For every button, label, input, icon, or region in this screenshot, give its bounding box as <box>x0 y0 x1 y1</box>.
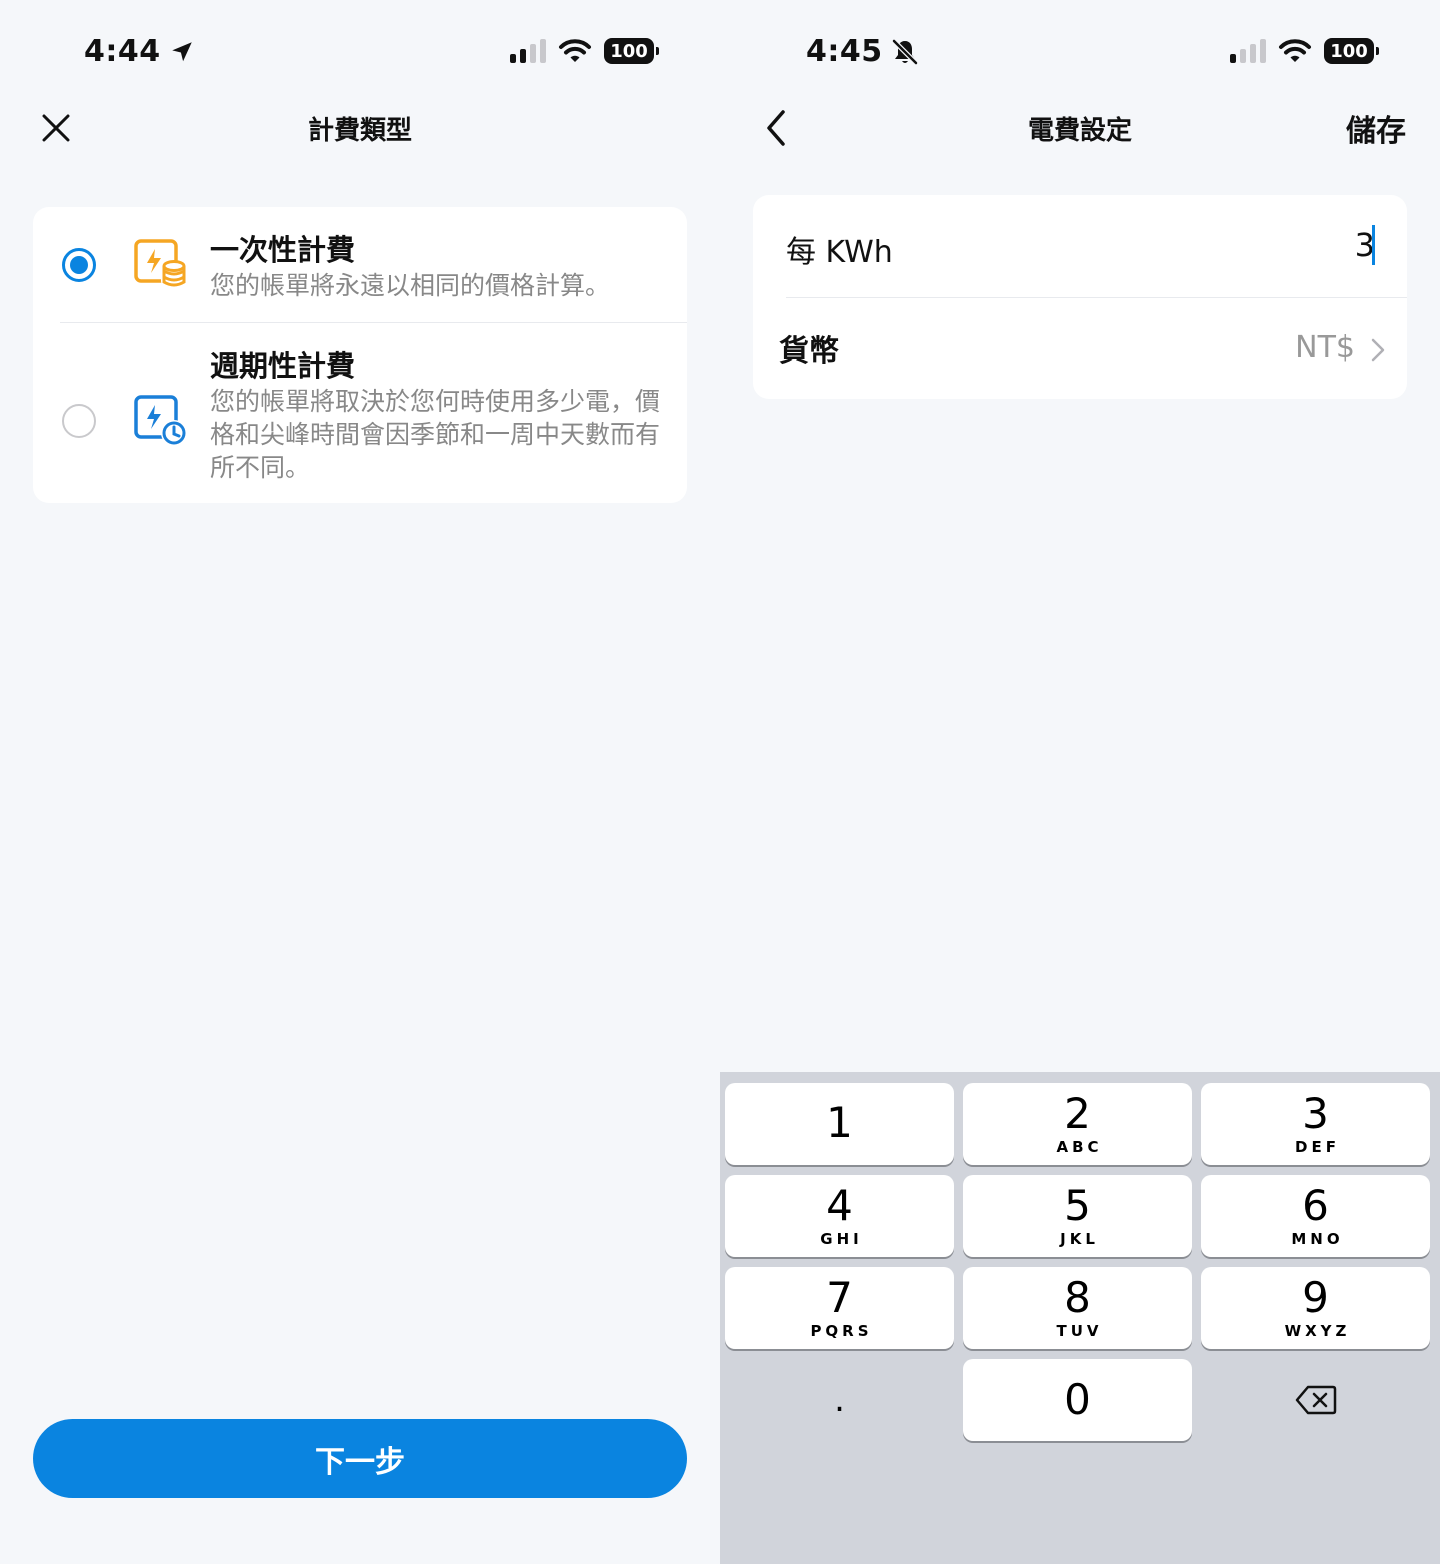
wifi-icon <box>1279 39 1311 62</box>
status-bar: 4:45 100 <box>720 0 1440 100</box>
nav-bar: 電費設定 儲存 <box>720 100 1440 156</box>
option-title: 週期性計費 <box>210 349 356 383</box>
key-7[interactable]: 7 PQRS <box>725 1267 954 1349</box>
currency-label: 貨幣 <box>779 334 839 369</box>
key-8[interactable]: 8 TUV <box>963 1267 1192 1349</box>
bell-slash-icon <box>891 38 918 65</box>
battery-level: 100 <box>610 40 648 62</box>
billing-type-screen: 4:44 100 計費類型 一次性計費 您的帳單將永遠以相同的價格計算。 週期性… <box>0 0 720 1564</box>
price-per-kwh-row[interactable]: 每 KWh <box>753 195 1407 297</box>
text-cursor <box>1372 225 1375 265</box>
chevron-right-icon <box>1371 338 1385 362</box>
option-periodic-billing[interactable]: 週期性計費 您的帳單將取決於您何時使用多少電，價格和尖峰時間會因季節和一周中天數… <box>33 323 687 503</box>
option-description: 您的帳單將永遠以相同的價格計算。 <box>210 271 611 300</box>
status-time-text: 4:44 <box>84 34 161 69</box>
rate-form-card: 每 KWh 貨幣 NT$ <box>753 195 1407 399</box>
currency-value: NT$ <box>1295 330 1355 365</box>
key-5[interactable]: 5 JKL <box>963 1175 1192 1257</box>
cellular-signal-icon <box>510 39 546 63</box>
page-title: 計費類型 <box>307 116 412 146</box>
billing-options-card: 一次性計費 您的帳單將永遠以相同的價格計算。 週期性計費 您的帳單將取決於您何時… <box>33 207 687 503</box>
key-decimal[interactable]: . <box>725 1359 954 1441</box>
status-time-text: 4:45 <box>806 34 883 69</box>
status-time: 4:44 <box>84 34 195 69</box>
key-6[interactable]: 6 MNO <box>1201 1175 1430 1257</box>
bolt-clock-icon <box>134 395 187 446</box>
key-9[interactable]: 9 WXYZ <box>1201 1267 1430 1349</box>
status-time: 4:45 <box>806 34 919 69</box>
numeric-keypad: 1 2 ABC 3 DEF 4 GHI 5 JKL 6 MNO 7 PQRS 8 TUV 9W… <box>720 1072 1440 1564</box>
price-per-kwh-label: 每 KWh <box>786 235 893 270</box>
page-title: 電費設定 <box>1027 116 1132 146</box>
option-description: 您的帳單將取決於您何時使用多少電，價格和尖峰時間會因季節和一周中天數而有所不同。 <box>210 387 661 482</box>
next-button[interactable]: 下一步 <box>33 1419 687 1498</box>
price-per-kwh-input[interactable] <box>1075 221 1375 269</box>
cellular-signal-icon <box>1230 39 1266 63</box>
location-arrow-icon <box>171 41 192 61</box>
nav-bar: 計費類型 <box>0 100 720 156</box>
key-4[interactable]: 4 GHI <box>725 1175 954 1257</box>
option-title: 一次性計費 <box>210 233 356 267</box>
wifi-icon <box>559 39 591 62</box>
status-icons: 100 <box>510 38 659 64</box>
key-delete[interactable] <box>1201 1359 1430 1441</box>
status-icons: 100 <box>1230 38 1379 64</box>
radio-periodic-billing[interactable] <box>62 404 96 438</box>
radio-one-time-billing[interactable] <box>62 248 96 282</box>
currency-row[interactable]: 貨幣 NT$ <box>753 298 1407 400</box>
key-1[interactable]: 1 <box>725 1083 954 1165</box>
battery-icon: 100 <box>1324 38 1379 64</box>
option-one-time-billing[interactable]: 一次性計費 您的帳單將永遠以相同的價格計算。 <box>33 207 687 322</box>
electricity-settings-screen: 4:45 100 電費設定 儲存 每 KWh 3 貨幣 NT$ 1 2 ABC … <box>720 0 1440 1564</box>
status-bar: 4:44 100 <box>0 0 720 100</box>
key-3[interactable]: 3 DEF <box>1201 1083 1430 1165</box>
save-button[interactable]: 儲存 <box>1346 106 1406 150</box>
backspace-icon <box>1295 1385 1336 1415</box>
key-2[interactable]: 2 ABC <box>963 1083 1192 1165</box>
battery-level: 100 <box>1330 40 1368 62</box>
key-0[interactable]: 0 <box>963 1359 1192 1441</box>
bolt-coins-icon <box>134 239 186 287</box>
battery-icon: 100 <box>604 38 659 64</box>
